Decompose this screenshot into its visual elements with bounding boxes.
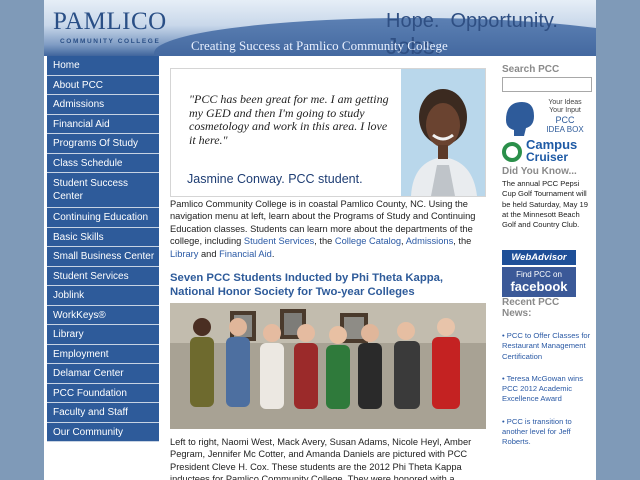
did-you-know-title: Did You Know... [502, 166, 577, 177]
tagline-opportunity: Opportunity. [450, 10, 558, 32]
campus-cruiser-link[interactable]: Campus Cruiser [502, 138, 594, 166]
nav-item-about[interactable]: About PCC [47, 75, 159, 95]
testimonial-banner: "PCC has been great for me. I am getting… [170, 68, 486, 197]
idea-box-link[interactable]: Your Ideas Your Input PCC IDEA BOX [502, 98, 594, 136]
intro-paragraph: Pamlico Community College is in coastal … [170, 198, 488, 260]
recent-news-title: Recent PCC News: [502, 297, 560, 319]
head-icon [506, 102, 534, 136]
nav-item-library[interactable]: Library [47, 325, 159, 345]
nav-item-continuing-ed[interactable]: Continuing Education [47, 208, 159, 228]
nav-item-programs[interactable]: Programs Of Study [47, 134, 159, 154]
news-item[interactable]: • PCC to Offer Classes for Restaurant Ma… [502, 331, 594, 362]
nav-item-basic-skills[interactable]: Basic Skills [47, 227, 159, 247]
nav-item-admissions[interactable]: Admissions [47, 95, 159, 115]
facebook-line2: facebook [510, 279, 568, 294]
inductees-group-photo [170, 303, 486, 429]
link-college-catalog[interactable]: College Catalog [335, 236, 401, 246]
student-photo [401, 69, 485, 196]
story-headline[interactable]: Seven PCC Students Inducted by Phi Theta… [170, 271, 488, 299]
cruiser-logo-icon [502, 142, 522, 162]
search-label: Search PCC [502, 64, 560, 75]
nav-item-financial-aid[interactable]: Financial Aid [47, 114, 159, 134]
idea-line2: Your Input [549, 107, 581, 114]
idea-line3: PCC [555, 115, 575, 125]
photo-caption: Left to right, Naomi West, Mack Avery, S… [170, 437, 472, 480]
college-logo[interactable]: PAMLICO [53, 8, 167, 36]
nav-item-workkeys[interactable]: WorkKeys® [47, 305, 159, 325]
testimonial-quote: "PCC has been great for me. I am getting… [189, 92, 389, 147]
did-you-know: Did You Know... The annual PCC Pepsi Cup… [502, 166, 594, 230]
nav-item-faculty-staff[interactable]: Faculty and Staff [47, 403, 159, 423]
nav-item-small-business[interactable]: Small Business Center [47, 247, 159, 267]
link-financial-aid[interactable]: Financial Aid [219, 249, 272, 259]
search-input[interactable] [502, 77, 592, 92]
idea-line4: IDEA BOX [546, 125, 584, 134]
facebook-button[interactable]: Find PCC on facebook [502, 267, 576, 297]
nav-item-joblink[interactable]: Joblink [47, 286, 159, 306]
did-you-know-text: The annual PCC Pepsi Cup Golf Tournament… [502, 179, 588, 230]
intro-sep: and [198, 248, 220, 259]
nav-item-foundation[interactable]: PCC Foundation [47, 383, 159, 403]
nav-item-student-success[interactable]: Student Success Center [47, 173, 159, 208]
intro-end: . [271, 248, 275, 259]
testimonial-name: Jasmine Conway. PCC student. [187, 172, 363, 186]
nav-item-delamar[interactable]: Delamar Center [47, 364, 159, 384]
left-navigation: Home About PCC Admissions Financial Aid … [47, 56, 159, 442]
intro-sep: , the [453, 236, 472, 247]
nav-item-student-services[interactable]: Student Services [47, 266, 159, 286]
recent-news: Recent PCC News: • PCC to Offer Classes … [502, 297, 594, 448]
tagline-hope: Hope. [386, 10, 440, 32]
nav-item-class-schedule[interactable]: Class Schedule [47, 153, 159, 173]
college-logo-subtitle: COMMUNITY COLLEGE [60, 38, 161, 45]
link-library[interactable]: Library [170, 249, 198, 259]
link-admissions[interactable]: Admissions [406, 236, 454, 246]
header-subtagline: Creating Success at Pamlico Community Co… [191, 38, 448, 53]
news-item[interactable]: • PCC is transition to another level for… [502, 417, 594, 448]
nav-item-employment[interactable]: Employment [47, 344, 159, 364]
idea-line1: Your Ideas [548, 99, 582, 106]
page: PAMLICO COMMUNITY COLLEGE Hope. Opportun… [44, 0, 596, 480]
nav-item-home[interactable]: Home [47, 56, 159, 76]
nav-item-community[interactable]: Our Community [47, 422, 159, 442]
right-sidebar: Search PCC Your Ideas Your Input PCC IDE… [502, 64, 594, 446]
webadvisor-button[interactable]: WebAdvisor [502, 250, 576, 265]
site-header: PAMLICO COMMUNITY COLLEGE Hope. Opportun… [44, 0, 596, 56]
news-item[interactable]: • Teresa McGowan wins PCC 2012 Academic … [502, 374, 594, 405]
link-student-services[interactable]: Student Services [244, 236, 314, 246]
cruiser-line2: Cruiser [526, 150, 569, 164]
intro-sep: , the [314, 236, 335, 247]
